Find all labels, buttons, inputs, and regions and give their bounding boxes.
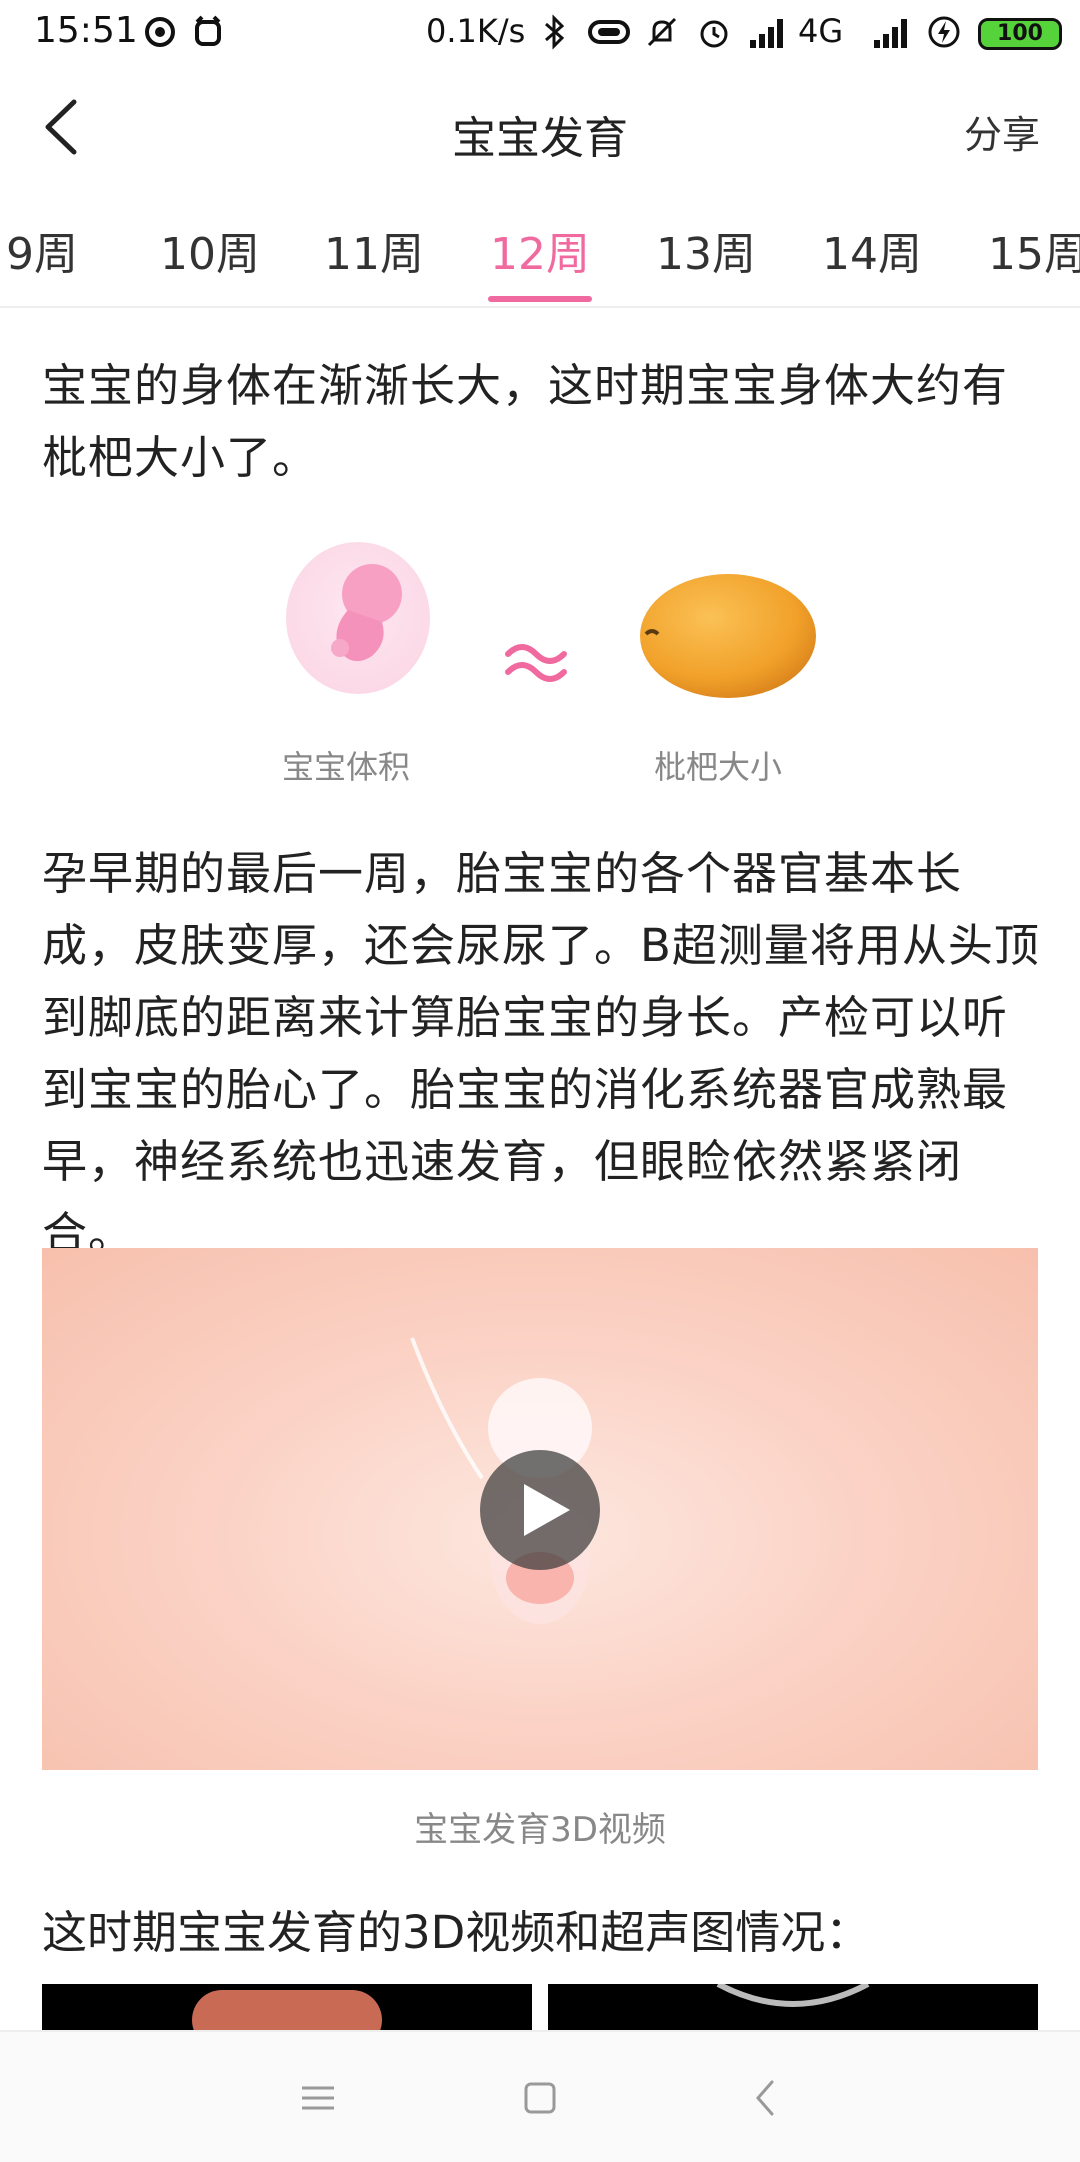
- app-notification-icon-2: [195, 15, 221, 46]
- ultrasound-image: [716, 1984, 870, 2007]
- mute-icon: [647, 17, 677, 47]
- tab-week-12[interactable]: 12周: [490, 218, 590, 282]
- alarm-icon: [700, 20, 728, 48]
- bluetooth-icon: [545, 14, 565, 50]
- status-time: 15:51: [34, 10, 138, 51]
- description-text: 孕早期的最后一周，胎宝宝的各个器官基本长成，皮肤变厚，还会尿尿了。B超测量将用从…: [42, 847, 1040, 1260]
- ultrasound-thumbnail[interactable]: [548, 1984, 1038, 2032]
- menu-icon[interactable]: [288, 2068, 348, 2128]
- tab-week-11[interactable]: 11周: [324, 218, 424, 282]
- tab-week-13[interactable]: 13周: [656, 218, 756, 282]
- week-tabs: 9周 10周 11周 12周 13周 14周 15周: [0, 200, 1080, 308]
- tab-week-14[interactable]: 14周: [822, 218, 922, 282]
- video-caption: 宝宝发育3D视频: [414, 1810, 666, 1850]
- charging-icon: [928, 16, 960, 48]
- vibrate-icon: [588, 20, 630, 44]
- status-bar: 15:51 0.1K/s 4G 100: [0, 0, 1080, 66]
- page-title: 宝宝发育: [452, 113, 628, 164]
- active-tab-indicator: [488, 296, 592, 302]
- development-3d-video[interactable]: [42, 1248, 1038, 1770]
- baby-size-label: 宝宝体积: [282, 748, 411, 786]
- app-notification-icon: [145, 17, 175, 47]
- network-type: 4G: [798, 12, 844, 50]
- tab-week-9[interactable]: 9周: [6, 218, 78, 282]
- title-bar: 宝宝发育 分享: [0, 66, 1080, 192]
- signal-icon: [750, 19, 783, 48]
- home-icon[interactable]: [510, 2068, 570, 2128]
- tab-week-10[interactable]: 10周: [160, 218, 260, 282]
- share-button[interactable]: 分享: [964, 104, 1040, 159]
- system-nav-bar: [0, 2030, 1080, 2162]
- loquat-image: [640, 574, 816, 698]
- play-button-icon[interactable]: [478, 1448, 602, 1572]
- video-thumbnail[interactable]: [42, 1984, 532, 2032]
- battery-level: 100: [997, 21, 1043, 46]
- baby-embryo-image: [286, 542, 430, 694]
- tab-week-15[interactable]: 15周: [988, 218, 1080, 282]
- net-speed: 0.1K/s: [426, 12, 526, 50]
- loquat-size-label: 枇杷大小: [654, 748, 783, 786]
- battery-indicator: 100: [978, 18, 1062, 50]
- approximately-icon: [505, 644, 567, 682]
- section-title: 这时期宝宝发育的3D视频和超声图情况：: [42, 1906, 871, 1959]
- intro-text: 宝宝的身体在渐渐长大，这时期宝宝身体大约有枇杷大小了。: [42, 359, 1009, 484]
- back-icon[interactable]: [736, 2068, 796, 2128]
- signal-icon-2: [874, 19, 907, 48]
